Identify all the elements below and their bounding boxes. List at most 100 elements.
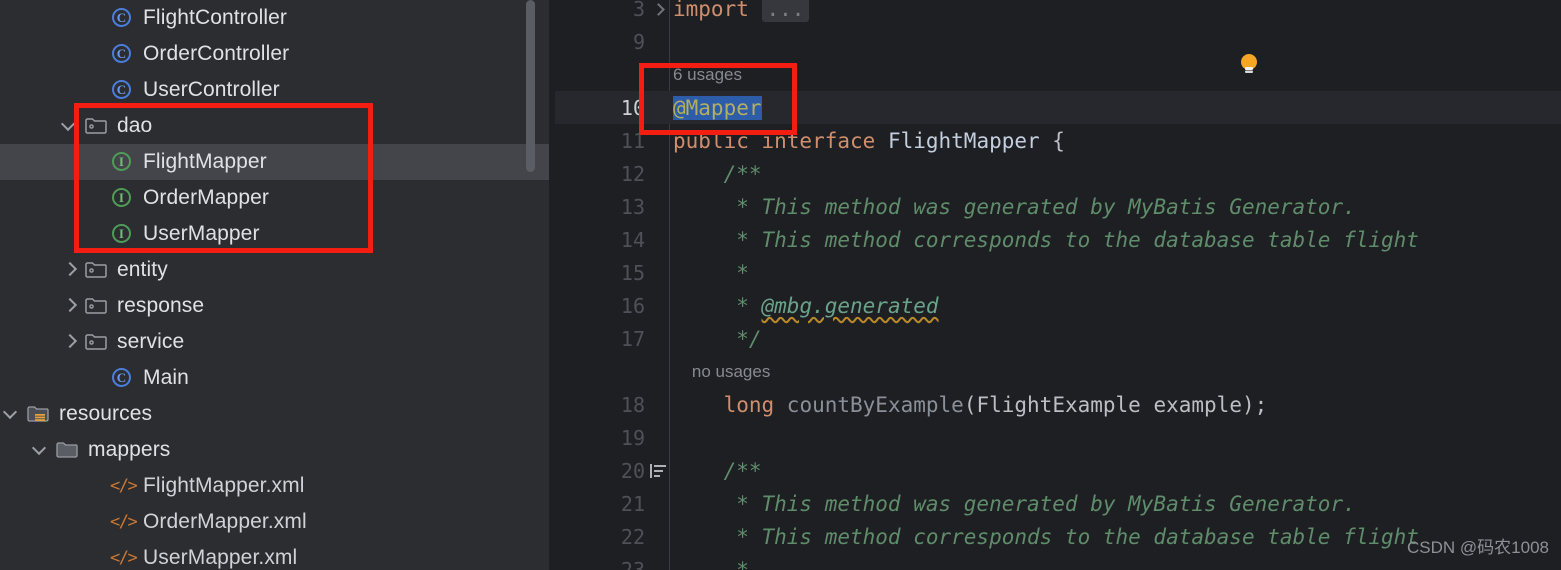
line-number: 23 <box>620 557 645 570</box>
code-editor[interactable]: 3 import ... 9 6 usages 10 @Mapper 11 public in… <box>555 0 1561 570</box>
code-token: ); <box>1241 392 1268 417</box>
code-text[interactable]: * This method corresponds to the databas… <box>673 525 1419 549</box>
editor-line[interactable]: 12 /** <box>555 157 1561 190</box>
tree-item-ordercontroller[interactable]: C OrderController <box>0 36 555 72</box>
editor-line[interactable]: 15 * <box>555 256 1561 289</box>
editor-line[interactable]: 16 * @mbg.generated <box>555 289 1561 322</box>
tree-item-main[interactable]: C Main <box>0 360 555 396</box>
fold-expand-icon[interactable] <box>651 1 667 17</box>
tree-item-label: OrderController <box>143 42 290 65</box>
code-token: * <box>673 293 762 318</box>
class-icon: C <box>110 36 136 72</box>
package-icon <box>84 324 110 360</box>
tree-item-ordermapper-xml[interactable]: </> OrderMapper.xml <box>0 504 555 540</box>
project-tree[interactable]: C FlightController C OrderController C UserCo… <box>0 0 555 570</box>
resource-root-icon <box>26 396 52 432</box>
editor-line[interactable]: 21 * This method was generated by MyBati… <box>555 487 1561 520</box>
editor-line[interactable]: 19 <box>555 421 1561 454</box>
code-text[interactable]: /** <box>673 459 762 483</box>
code-text[interactable]: */ <box>673 327 761 351</box>
code-text[interactable]: * <box>673 261 749 285</box>
editor-line[interactable]: 20 /** <box>555 454 1561 487</box>
code-token: @Mapper <box>673 95 762 120</box>
editor-line[interactable]: 13 * This method was generated by MyBati… <box>555 190 1561 223</box>
code-text[interactable]: public interface FlightMapper { <box>673 129 1065 153</box>
tree-item-mappers[interactable]: mappers <box>0 432 555 468</box>
tree-item-label: entity <box>117 258 168 281</box>
editor-line[interactable]: 17 */ <box>555 322 1561 355</box>
code-text[interactable]: /** <box>673 162 762 186</box>
code-text[interactable]: * This method was generated by MyBatis G… <box>673 492 1356 516</box>
editor-line[interactable]: 18 long countByExample(FlightExample exa… <box>555 388 1561 421</box>
tree-item-flightmapper[interactable]: I FlightMapper <box>0 144 555 180</box>
editor-line[interactable]: 3 import ... <box>555 0 1561 25</box>
code-token: * This method was generated by MyBatis G… <box>673 194 1356 219</box>
line-number: 17 <box>620 326 645 351</box>
editor-line[interactable]: no usages <box>555 355 1561 388</box>
code-token: FlightMapper <box>887 128 1040 153</box>
tree-item-entity[interactable]: entity <box>0 252 555 288</box>
chevron-right-icon[interactable] <box>58 252 84 288</box>
line-number: 15 <box>620 260 645 285</box>
chevron-right-icon[interactable] <box>58 288 84 324</box>
chevron-down-icon[interactable] <box>58 108 84 144</box>
tree-item-label: service <box>117 330 185 353</box>
project-tree-panel[interactable]: C FlightController C OrderController C UserCo… <box>0 0 555 570</box>
line-number: 14 <box>620 227 645 252</box>
package-icon <box>84 108 110 144</box>
line-number: 11 <box>620 128 645 153</box>
code-token: /** <box>673 161 762 186</box>
tree-item-service[interactable]: service <box>0 324 555 360</box>
chevron-down-icon[interactable] <box>29 432 55 468</box>
tree-item-flightcontroller[interactable]: C FlightController <box>0 0 555 36</box>
editor-line[interactable]: 9 <box>555 25 1561 58</box>
xml-file-icon: </> <box>110 512 138 532</box>
code-text[interactable]: * <box>673 558 749 570</box>
chevron-down-icon[interactable] <box>0 396 26 432</box>
class-icon: C <box>110 360 136 396</box>
code-token: * This method corresponds to the databas… <box>673 524 1419 549</box>
code-text[interactable]: * This method corresponds to the databas… <box>673 228 1419 252</box>
tree-item-label: OrderMapper <box>143 186 269 209</box>
tree-item-resources[interactable]: resources <box>0 396 555 432</box>
tree-item-dao[interactable]: dao <box>0 108 555 144</box>
code-token: * This method was generated by MyBatis G… <box>673 491 1356 516</box>
usage-hint[interactable]: no usages <box>673 362 770 382</box>
editor-line[interactable]: 6 usages <box>555 58 1561 91</box>
tree-item-usermapper[interactable]: I UserMapper <box>0 216 555 252</box>
tree-item-label: Main <box>143 366 189 389</box>
tree-item-usercontroller[interactable]: C UserController <box>0 72 555 108</box>
line-number: 20 <box>620 458 645 483</box>
editor-line[interactable]: 11 public interface FlightMapper { <box>555 124 1561 157</box>
line-number: 12 <box>620 161 645 186</box>
tree-item-usermapper-xml[interactable]: </> UserMapper.xml <box>0 540 555 570</box>
intention-lightbulb-icon[interactable] <box>1239 53 1259 75</box>
code-token: * <box>673 557 749 570</box>
interface-icon: I <box>110 216 136 252</box>
chevron-right-icon[interactable] <box>58 324 84 360</box>
sidebar-scrollbar-thumb[interactable] <box>526 0 535 172</box>
editor-line[interactable]: 14 * This method corresponds to the data… <box>555 223 1561 256</box>
tree-item-label: UserMapper <box>143 222 260 245</box>
editor-line[interactable]: 10 @Mapper <box>555 91 1561 125</box>
line-number: 3 <box>632 0 645 21</box>
tree-item-response[interactable]: response <box>0 288 555 324</box>
code-text[interactable]: * @mbg.generated <box>673 293 938 318</box>
code-text[interactable]: long countByExample(FlightExample exampl… <box>673 392 1268 417</box>
code-token: public interface <box>673 128 888 153</box>
line-number: 22 <box>620 524 645 549</box>
sidebar-scrollbar-track[interactable] <box>526 0 545 570</box>
code-text[interactable]: import ... <box>673 0 810 22</box>
line-number: 10 <box>620 95 645 120</box>
code-token: /** <box>673 458 762 483</box>
line-number: 13 <box>620 194 645 219</box>
usage-hint[interactable]: 6 usages <box>673 65 742 85</box>
tree-item-flightmapper-xml[interactable]: </> FlightMapper.xml <box>0 468 555 504</box>
code-text[interactable]: * This method was generated by MyBatis G… <box>673 195 1356 219</box>
package-icon <box>84 288 110 324</box>
code-text[interactable]: @Mapper <box>673 95 762 120</box>
javadoc-fold-icon[interactable] <box>649 463 667 479</box>
tree-item-ordermapper[interactable]: I OrderMapper <box>0 180 555 216</box>
